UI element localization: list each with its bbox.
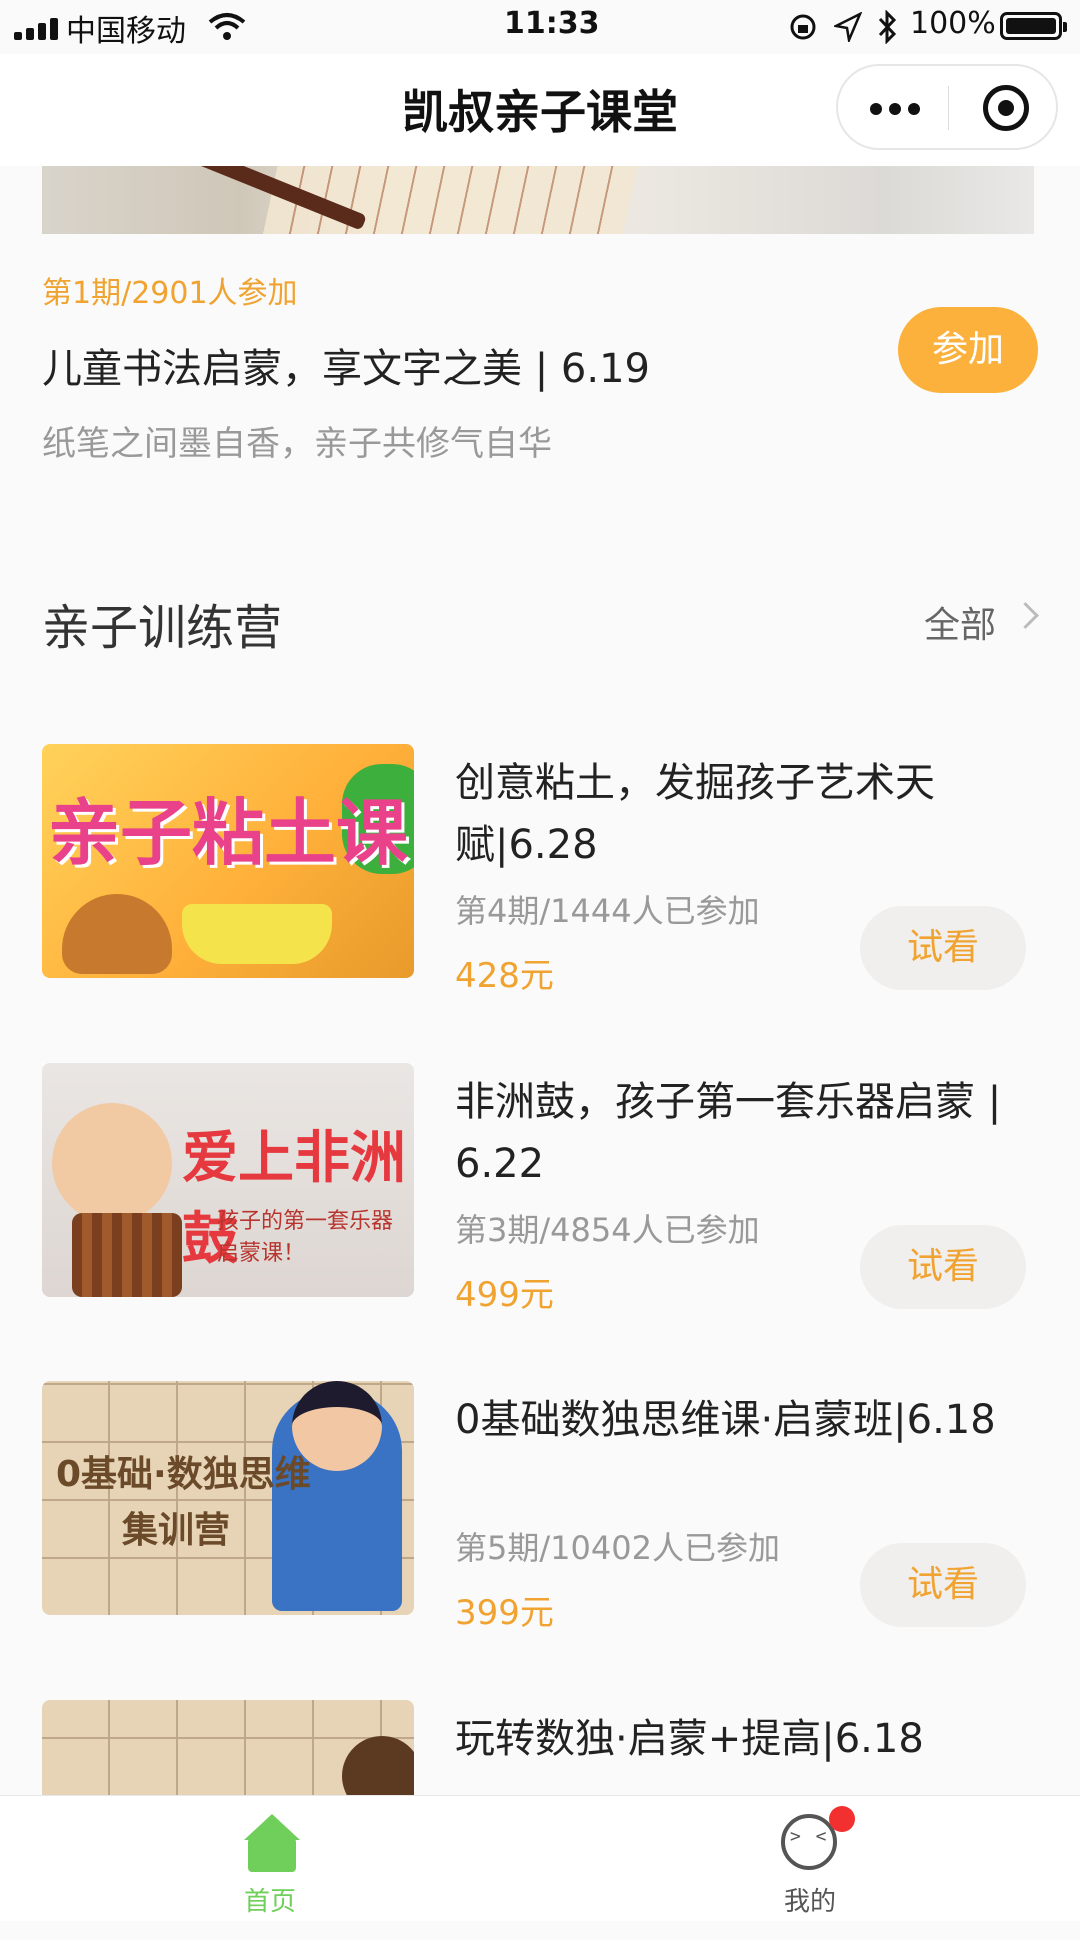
- course-title: 玩转数独·启蒙+提高|6.18: [455, 1716, 924, 1762]
- featured-banner-image[interactable]: [42, 166, 1034, 234]
- course-thumbnail[interactable]: [42, 1700, 414, 1795]
- course-participants: 第5期/10402人已参加: [455, 1529, 780, 1567]
- battery-percent: 100%: [910, 6, 996, 41]
- course-participants: 第3期/4854人已参加: [455, 1211, 760, 1249]
- clock: 11:33: [504, 6, 600, 41]
- course-thumbnail[interactable]: 亲子粘土课: [42, 744, 414, 978]
- tab-home[interactable]: 首页: [0, 1796, 540, 1921]
- course-thumbnail[interactable]: 0基础·数独思维 集训营: [42, 1381, 414, 1615]
- course-item[interactable]: 亲子粘土课 创意粘土，发掘孩子艺术天赋|6.28 第4期/1444人已参加 42…: [0, 744, 1080, 996]
- thumbnail-subtext: 孩子的第一套乐器启蒙课！: [217, 1209, 394, 1266]
- capsule-divider: [948, 86, 949, 130]
- view-all-link[interactable]: 全部: [924, 596, 996, 648]
- featured-issue-info: 第1期/2901人参加: [42, 276, 298, 311]
- location-arrow-icon: [834, 12, 862, 42]
- miniprogram-capsule: [836, 64, 1058, 150]
- carrier-label: 中国移动: [66, 14, 186, 49]
- course-price: 399元: [455, 1593, 554, 1633]
- course-title: 非洲鼓，孩子第一套乐器启蒙 | 6.22: [455, 1079, 1002, 1187]
- wifi-icon: [208, 13, 246, 40]
- close-miniprogram-icon[interactable]: [983, 85, 1029, 131]
- battery-icon: [1000, 12, 1067, 40]
- more-icon[interactable]: [870, 103, 920, 115]
- preview-button[interactable]: 试看: [860, 1225, 1026, 1309]
- notification-dot: [829, 1806, 855, 1832]
- preview-button[interactable]: 试看: [860, 1543, 1026, 1627]
- course-item[interactable]: 0基础·数独思维 集训营 0基础数独思维课·启蒙班|6.18 第5期/10402…: [0, 1381, 1080, 1633]
- home-icon: [244, 1814, 300, 1872]
- course-title: 创意粘土，发掘孩子艺术天赋|6.28: [455, 760, 935, 868]
- join-button[interactable]: 参加: [898, 307, 1038, 393]
- orientation-lock-icon: [790, 14, 816, 40]
- thumbnail-text: 亲子粘土课: [47, 791, 408, 875]
- course-item[interactable]: 爱上非洲鼓 孩子的第一套乐器启蒙课！ 非洲鼓，孩子第一套乐器启蒙 | 6.22 …: [0, 1063, 1080, 1315]
- signal-icon: [14, 18, 60, 40]
- thumbnail-subtext: 集训营: [122, 1510, 231, 1551]
- course-price: 499元: [455, 1275, 554, 1315]
- featured-subtitle: 纸笔之间墨自香，亲子共修气自华: [42, 424, 552, 464]
- tab-mine-label: 我的: [783, 1887, 836, 1917]
- bluetooth-icon: [878, 10, 897, 44]
- tab-home-label: 首页: [243, 1887, 296, 1917]
- course-thumbnail[interactable]: 爱上非洲鼓 孩子的第一套乐器启蒙课！: [42, 1063, 414, 1297]
- course-title: 0基础数独思维课·启蒙班|6.18: [455, 1397, 996, 1443]
- course-participants: 第4期/1444人已参加: [455, 892, 760, 930]
- navigation-bar: 凯叔亲子课堂: [0, 54, 1080, 166]
- tab-bar: 首页 我的: [0, 1795, 1080, 1921]
- status-bar: 中国移动 11:33 100%: [0, 0, 1080, 54]
- section-title: 亲子训练营: [42, 600, 283, 656]
- chevron-right-icon[interactable]: [1012, 602, 1039, 629]
- tab-mine[interactable]: 我的: [540, 1796, 1080, 1921]
- featured-title[interactable]: 儿童书法启蒙，享文字之美 | 6.19: [42, 336, 650, 394]
- preview-button[interactable]: 试看: [860, 906, 1026, 990]
- thumbnail-text: 0基础·数独思维: [56, 1454, 311, 1495]
- course-price: 428元: [455, 956, 554, 996]
